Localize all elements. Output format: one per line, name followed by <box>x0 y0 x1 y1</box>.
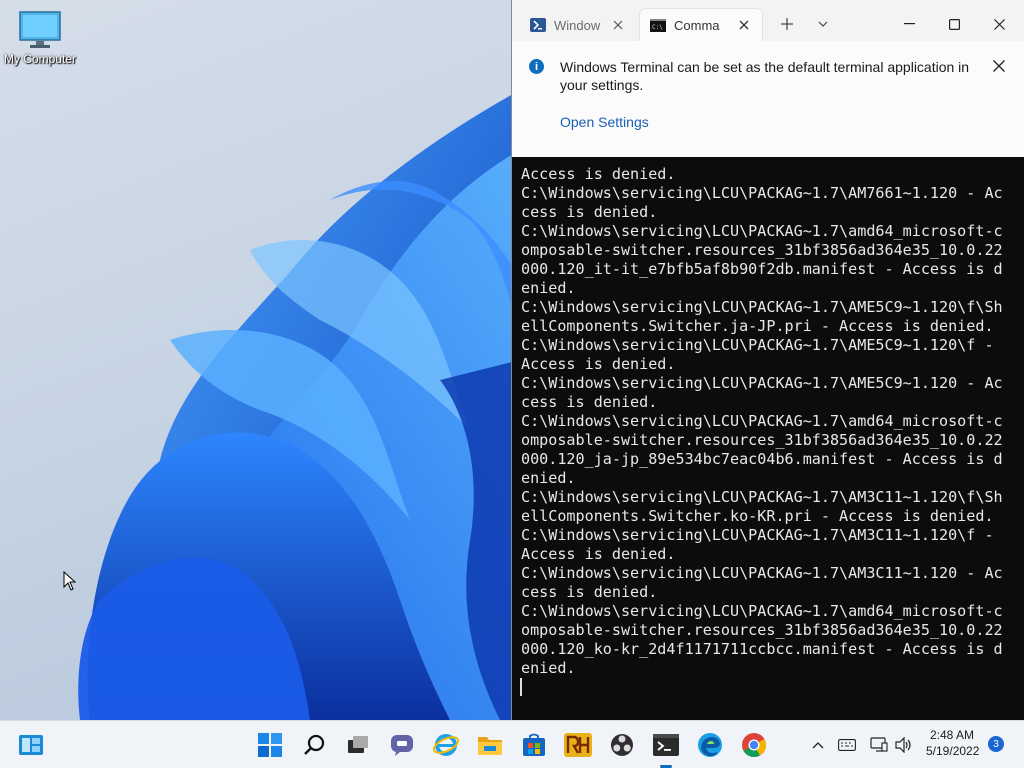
info-icon: i <box>529 59 544 74</box>
terminal-icon <box>653 734 679 756</box>
console-line: C:\Windows\servicing\LCU\PACKAG~1.7\amd6… <box>521 602 1003 620</box>
dismiss-infobar-icon[interactable] <box>992 59 1006 73</box>
obs-icon <box>611 734 633 756</box>
rh-app-icon <box>564 733 592 757</box>
close-tab-icon[interactable] <box>736 17 752 33</box>
console-line: ellComponents.Switcher.ko-KR.pri - Acces… <box>521 507 994 525</box>
console-line: enied. <box>521 659 576 677</box>
clock-date[interactable]: 5/19/2022 <box>926 744 979 758</box>
close-tab-icon[interactable] <box>610 17 626 33</box>
chrome-icon <box>742 733 767 758</box>
task-view-button[interactable] <box>343 730 373 760</box>
start-button[interactable] <box>255 730 285 760</box>
console-line: 000.120_ko-kr_2d4f1171711ccbcc.manifest … <box>521 640 1003 658</box>
console-line: enied. <box>521 469 576 487</box>
chevron-down-icon <box>818 21 828 27</box>
task-view-icon <box>348 736 368 753</box>
volume-button[interactable] <box>891 730 917 760</box>
terminal-taskbar-button[interactable] <box>651 730 681 760</box>
obs-button[interactable] <box>607 730 637 760</box>
file-explorer-button[interactable] <box>475 730 505 760</box>
chevron-up-icon <box>812 742 824 749</box>
keyboard-icon <box>838 739 856 751</box>
internet-explorer-icon <box>433 734 459 756</box>
console-line: cess is denied. <box>521 393 658 411</box>
start-icon <box>258 733 282 757</box>
console-line: cess is denied. <box>521 583 658 601</box>
title-bar: Window C:\ Comma <box>512 0 1024 46</box>
console-line: enied. <box>521 279 576 297</box>
network-button[interactable] <box>866 730 892 760</box>
console-line: C:\Windows\servicing\LCU\PACKAG~1.7\AM3C… <box>521 564 1003 582</box>
console-line: C:\Windows\servicing\LCU\PACKAG~1.7\AME5… <box>521 336 994 354</box>
console-line: C:\Windows\servicing\LCU\PACKAG~1.7\AME5… <box>521 374 1003 392</box>
console-line: C:\Windows\servicing\LCU\PACKAG~1.7\AM3C… <box>521 526 994 544</box>
edge-button[interactable] <box>695 730 725 760</box>
chat-button[interactable] <box>387 730 417 760</box>
console-line: 000.120_it-it_e7bfb5af8b90f2db.manifest … <box>521 260 1003 278</box>
console-line: Access is denied. <box>521 355 676 373</box>
console-line: Access is denied. <box>521 165 676 183</box>
default-terminal-infobar: i Windows Terminal can be set as the def… <box>512 41 1024 157</box>
plus-icon <box>781 18 793 30</box>
input-indicator-button[interactable] <box>834 730 860 760</box>
console-line: C:\Windows\servicing\LCU\PACKAG~1.7\AM76… <box>521 184 1003 202</box>
close-icon <box>993 18 1005 30</box>
internet-explorer-button[interactable] <box>431 730 461 760</box>
desktop-icon-my-computer[interactable]: My Computer <box>2 10 78 66</box>
terminal-window: Window C:\ Comma i Windows Terminal can … <box>512 0 1024 720</box>
console-line: ellComponents.Switcher.ja-JP.pri - Acces… <box>521 317 994 335</box>
tab-command-prompt[interactable]: C:\ Comma <box>640 9 762 41</box>
tab-label: Comma <box>674 17 720 33</box>
console-line: omposable-switcher.resources_31bf3856ad3… <box>521 431 1003 449</box>
notification-count-badge[interactable]: 3 <box>988 736 1004 752</box>
desktop-icon-label: My Computer <box>3 52 77 66</box>
chat-icon <box>391 735 413 756</box>
console-output[interactable]: Access is denied. C:\Windows\servicing\LC… <box>521 165 1017 678</box>
rh-app-button[interactable] <box>563 730 593 760</box>
console-line: Access is denied. <box>521 545 676 563</box>
close-window-button[interactable] <box>984 9 1014 39</box>
tab-windows-powershell[interactable]: Window <box>518 9 636 41</box>
computer-icon <box>19 11 61 48</box>
minimize-icon <box>903 23 915 25</box>
cmd-icon: C:\ <box>650 18 666 32</box>
chrome-button[interactable] <box>739 730 769 760</box>
mouse-cursor-icon <box>63 571 77 591</box>
tab-label: Window <box>554 17 601 33</box>
open-settings-link[interactable]: Open Settings <box>560 114 649 130</box>
minimize-button[interactable] <box>894 9 924 39</box>
console-line: omposable-switcher.resources_31bf3856ad3… <box>521 621 1003 639</box>
svg-text:C:\: C:\ <box>652 24 663 31</box>
file-explorer-icon <box>478 737 502 755</box>
edge-icon <box>698 733 722 757</box>
search-icon <box>304 734 325 755</box>
show-hidden-icons-button[interactable] <box>806 730 830 760</box>
search-button[interactable] <box>299 730 329 760</box>
new-tab-button[interactable] <box>775 9 799 39</box>
powershell-icon <box>530 18 546 32</box>
taskbar: 2:48 AM 5/19/2022 <box>0 720 1024 768</box>
console-line: omposable-switcher.resources_31bf3856ad3… <box>521 241 1003 259</box>
console-line: C:\Windows\servicing\LCU\PACKAG~1.7\amd6… <box>521 412 1003 430</box>
console-line: cess is denied. <box>521 203 658 221</box>
maximize-button[interactable] <box>939 9 969 39</box>
widgets-button[interactable] <box>16 730 46 760</box>
clock-time[interactable]: 2:48 AM <box>930 728 974 742</box>
network-icon <box>870 737 888 752</box>
console-line: 000.120_ja-jp_89e534bc7eac04b6.manifest … <box>521 450 1003 468</box>
console-line: C:\Windows\servicing\LCU\PACKAG~1.7\AM3C… <box>521 488 1003 506</box>
tab-dropdown-button[interactable] <box>812 9 834 39</box>
store-button[interactable] <box>519 730 549 760</box>
console-line: C:\Windows\servicing\LCU\PACKAG~1.7\AME5… <box>521 298 1003 316</box>
store-icon <box>523 733 545 756</box>
text-cursor <box>520 678 522 696</box>
console-line: C:\Windows\servicing\LCU\PACKAG~1.7\amd6… <box>521 222 1003 240</box>
widgets-icon <box>19 735 43 755</box>
infobar-message: Windows Terminal can be set as the defau… <box>560 59 970 93</box>
maximize-icon <box>948 18 960 30</box>
volume-icon <box>895 737 911 753</box>
